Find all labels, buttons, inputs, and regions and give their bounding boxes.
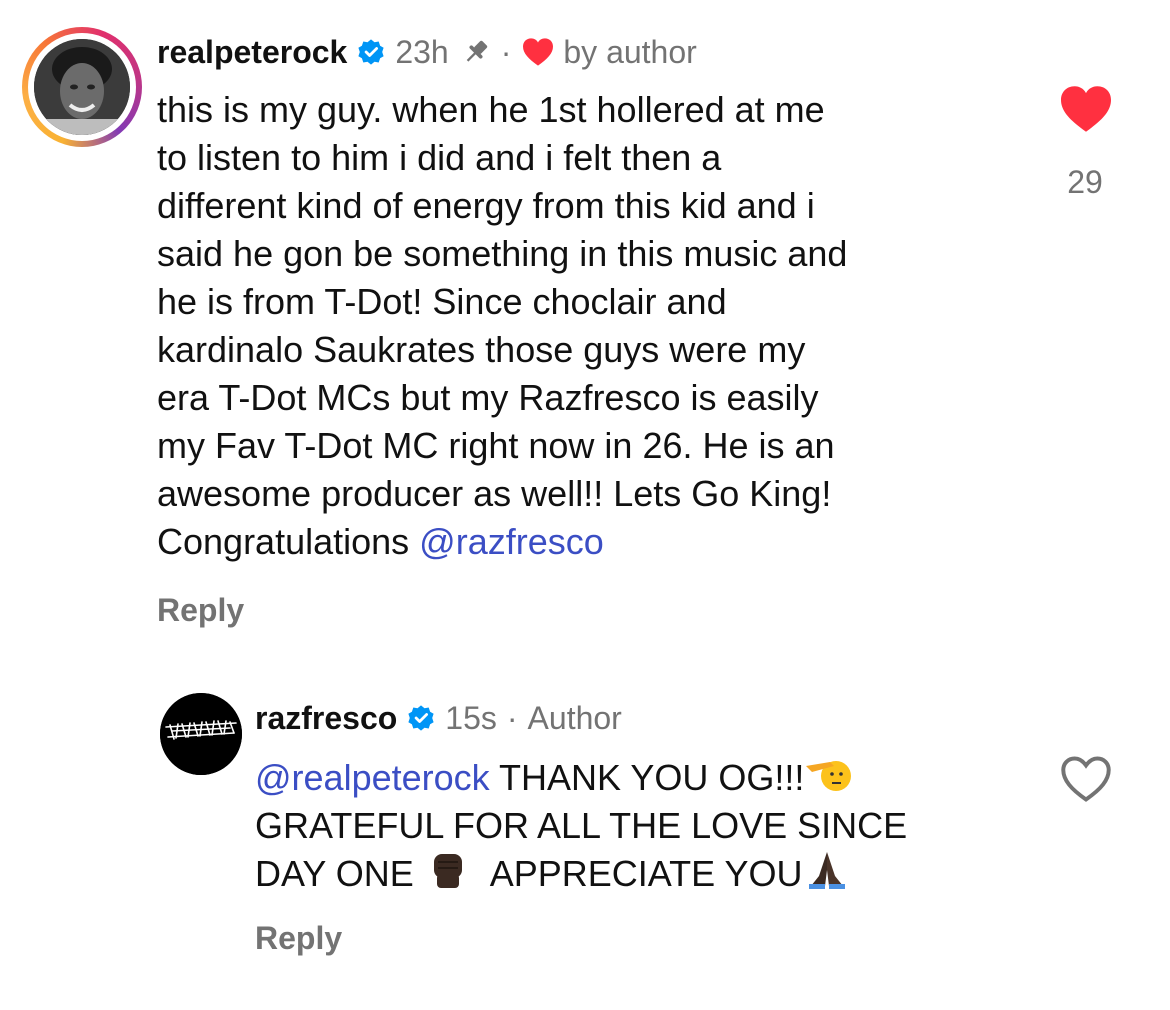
username[interactable]: realpeterock — [157, 34, 347, 71]
mention-link[interactable]: @realpeterock — [255, 757, 490, 798]
separator-dot: · — [506, 699, 518, 736]
reply-body-1: THANK YOU OG!!! — [489, 757, 805, 798]
reply-button[interactable]: Reply — [157, 592, 244, 629]
comment-item: realpeterock 23h · by author this is my … — [0, 0, 1170, 660]
by-author-label: by author — [563, 33, 697, 70]
verified-badge-icon — [408, 705, 434, 731]
reply-item: razfresco 15s · Author @realpeterock THA… — [0, 680, 1170, 1010]
story-ring[interactable] — [22, 27, 142, 147]
liked-by-author-heart-icon — [523, 38, 554, 66]
avatar[interactable] — [34, 39, 130, 135]
author-badge: Author — [527, 699, 622, 736]
mention-link[interactable]: @razfresco — [419, 521, 604, 562]
comment-text: this is my guy. when he 1st hollered at … — [157, 86, 1037, 566]
like-heart-outline-icon[interactable] — [1058, 754, 1114, 804]
raised-fist-emoji-icon — [433, 854, 462, 888]
timestamp: 23h — [395, 33, 449, 70]
reply-button[interactable]: Reply — [255, 920, 342, 957]
avatar[interactable] — [160, 693, 242, 775]
saluting-face-emoji-icon — [806, 761, 852, 791]
folded-hands-emoji-icon — [808, 852, 845, 889]
verified-badge-icon — [358, 39, 384, 65]
comment-body: this is my guy. when he 1st hollered at … — [157, 89, 848, 562]
like-count: 29 — [1067, 164, 1103, 200]
graffiti-logo-icon — [160, 693, 242, 775]
timestamp: 15s — [445, 699, 497, 736]
username[interactable]: razfresco — [255, 700, 397, 737]
separator-dot: · — [500, 33, 512, 70]
pin-icon — [466, 40, 487, 62]
reply-text: @realpeterock THANK YOU OG!!! GRATEFUL F… — [255, 754, 1015, 898]
like-heart-icon[interactable] — [1058, 84, 1114, 134]
reply-body-3: APPRECIATE YOU — [471, 853, 803, 894]
comment-header: realpeterock 23h · by author — [157, 30, 697, 74]
reply-header: razfresco 15s · Author — [255, 698, 622, 738]
avatar-image — [34, 39, 130, 135]
